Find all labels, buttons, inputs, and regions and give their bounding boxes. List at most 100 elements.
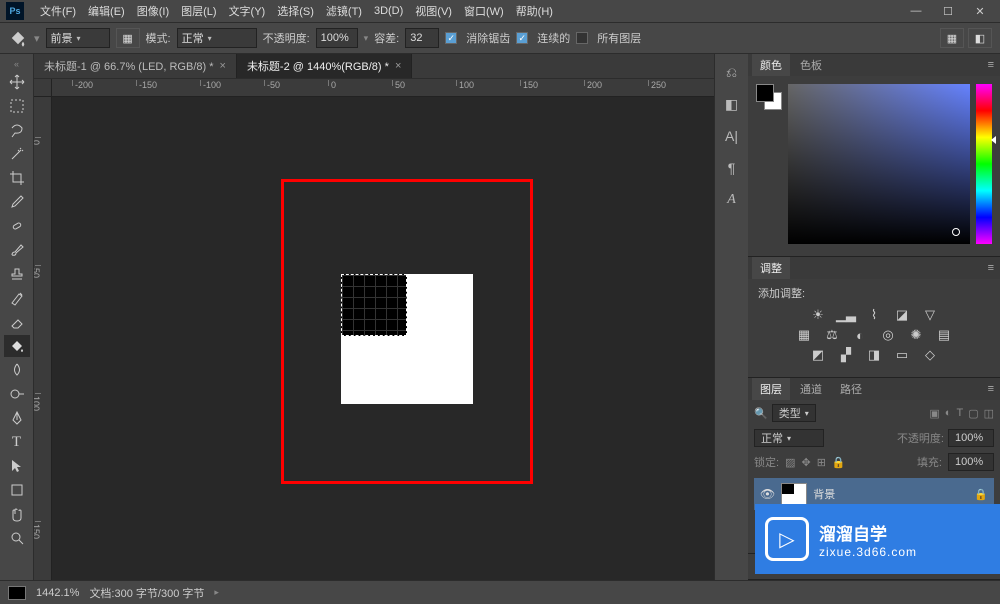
menu-help[interactable]: 帮助(H) <box>510 1 559 21</box>
shape-tool[interactable] <box>4 479 30 501</box>
panel-menu-icon[interactable]: ≡ <box>988 262 994 274</box>
zoom-level[interactable]: 1442.1% <box>36 587 79 599</box>
threshold-icon[interactable]: ◨ <box>865 347 883 363</box>
menu-filter[interactable]: 滤镜(T) <box>320 1 368 21</box>
menu-type[interactable]: 文字(Y) <box>223 1 272 21</box>
menu-window[interactable]: 窗口(W) <box>458 1 510 21</box>
crop-tool[interactable] <box>4 167 30 189</box>
filter-type-icon[interactable]: T <box>956 407 963 420</box>
marquee-tool[interactable] <box>4 95 30 117</box>
mixer-icon[interactable]: ✺ <box>907 327 925 343</box>
tolerance-input[interactable]: 32 <box>405 28 439 48</box>
bw-icon[interactable]: ◐ <box>851 327 869 343</box>
photo-filter-icon[interactable]: ◎ <box>879 327 897 343</box>
path-select-tool[interactable] <box>4 455 30 477</box>
hue-slider[interactable] <box>976 84 992 244</box>
lock-position-icon[interactable]: ✥ <box>801 456 810 469</box>
balance-icon[interactable]: ⚖ <box>823 327 841 343</box>
blend-mode-select[interactable]: 正常▾ <box>754 429 824 447</box>
doc-info-arrow-icon[interactable]: ▸ <box>214 587 219 598</box>
opacity-input[interactable]: 100% <box>316 28 358 48</box>
contiguous-checkbox[interactable]: ✓ <box>516 32 528 44</box>
tab-adjustments[interactable]: 调整 <box>752 257 790 279</box>
document-tab[interactable]: 未标题-1 @ 66.7% (LED, RGB/8) * × <box>34 54 237 78</box>
menu-layer[interactable]: 图层(L) <box>175 1 222 21</box>
pen-tool[interactable] <box>4 407 30 429</box>
tab-layers[interactable]: 图层 <box>752 378 790 400</box>
lookup-icon[interactable]: ▤ <box>935 327 953 343</box>
menu-image[interactable]: 图像(I) <box>131 1 175 21</box>
heal-tool[interactable] <box>4 215 30 237</box>
menu-view[interactable]: 视图(V) <box>409 1 458 21</box>
wand-tool[interactable] <box>4 143 30 165</box>
exposure-icon[interactable]: ◪ <box>893 307 911 323</box>
lock-all-icon[interactable]: 🔒 <box>832 456 846 469</box>
toolbox-collapse-icon[interactable]: « <box>0 58 33 70</box>
blur-tool[interactable] <box>4 359 30 381</box>
zoom-tool[interactable] <box>4 527 30 549</box>
pattern-picker[interactable]: ▦ <box>116 28 140 48</box>
panel-menu-icon[interactable]: ≡ <box>988 383 994 395</box>
menu-file[interactable]: 文件(F) <box>34 1 82 21</box>
workspace-screen-icon[interactable]: ◧ <box>968 28 992 48</box>
layer-opacity-input[interactable]: 100% <box>948 429 994 447</box>
history-panel-icon[interactable]: ⎌ <box>722 62 742 82</box>
hue-icon[interactable]: ▦ <box>795 327 813 343</box>
history-brush-tool[interactable] <box>4 287 30 309</box>
minimize-button[interactable]: — <box>902 2 930 20</box>
vibrance-icon[interactable]: ▽ <box>921 307 939 323</box>
canvas-area[interactable]: -200-150-100-50050100150200250 050100150 <box>34 79 714 580</box>
tab-swatches[interactable]: 色板 <box>792 54 830 76</box>
mode-dropdown[interactable]: 正常▾ <box>177 28 257 48</box>
menu-3d[interactable]: 3D(D) <box>368 3 409 19</box>
lock-artboard-icon[interactable]: ⊞ <box>817 456 826 469</box>
selective-color-icon[interactable]: ◇ <box>921 347 939 363</box>
levels-icon[interactable]: ▁▃ <box>837 307 855 323</box>
filter-adjust-icon[interactable]: ◐ <box>945 407 952 420</box>
brush-tool[interactable] <box>4 239 30 261</box>
maximize-button[interactable]: ☐ <box>934 2 962 20</box>
eyedropper-tool[interactable] <box>4 191 30 213</box>
foreground-swatch[interactable] <box>756 84 774 102</box>
fill-dropdown[interactable]: 前景▾ <box>46 28 110 48</box>
color-field[interactable] <box>788 84 970 244</box>
stamp-tool[interactable] <box>4 263 30 285</box>
bucket-tool[interactable] <box>4 335 30 357</box>
hand-tool[interactable] <box>4 503 30 525</box>
close-icon[interactable]: × <box>395 60 401 72</box>
invert-icon[interactable]: ◩ <box>809 347 827 363</box>
document-tab[interactable]: 未标题-2 @ 1440%(RGB/8) * × <box>237 54 412 78</box>
move-tool[interactable] <box>4 71 30 93</box>
curves-icon[interactable]: ⌇ <box>865 307 883 323</box>
type-tool[interactable]: T <box>4 431 30 453</box>
glyphs-panel-icon[interactable]: A <box>722 190 742 210</box>
lock-pixels-icon[interactable]: ▨ <box>785 456 795 469</box>
workspace-grid-icon[interactable]: ▦ <box>940 28 964 48</box>
fg-bg-swatch[interactable] <box>756 84 782 248</box>
tab-channels[interactable]: 通道 <box>792 378 830 400</box>
brightness-icon[interactable]: ☀ <box>809 307 827 323</box>
tab-paths[interactable]: 路径 <box>832 378 870 400</box>
visibility-icon[interactable]: 👁 <box>760 487 775 501</box>
character-panel-icon[interactable]: A| <box>722 126 742 146</box>
close-button[interactable]: ✕ <box>966 2 994 20</box>
properties-panel-icon[interactable]: ◧ <box>722 94 742 114</box>
all-layers-checkbox[interactable] <box>576 32 588 44</box>
posterize-icon[interactable]: ▞ <box>837 347 855 363</box>
filter-shape-icon[interactable]: ▢ <box>968 407 978 420</box>
gradient-map-icon[interactable]: ▭ <box>893 347 911 363</box>
eraser-tool[interactable] <box>4 311 30 333</box>
layer-fill-input[interactable]: 100% <box>948 453 994 471</box>
lasso-tool[interactable] <box>4 119 30 141</box>
close-icon[interactable]: × <box>220 60 226 72</box>
paragraph-panel-icon[interactable]: ¶ <box>722 158 742 178</box>
antialias-checkbox[interactable]: ✓ <box>445 32 457 44</box>
dodge-tool[interactable] <box>4 383 30 405</box>
filter-image-icon[interactable]: ▣ <box>929 407 939 420</box>
filter-smart-icon[interactable]: ◫ <box>984 407 994 420</box>
panel-menu-icon[interactable]: ≡ <box>988 59 994 71</box>
filter-type-select[interactable]: 类型▾ <box>772 404 816 422</box>
menu-edit[interactable]: 编辑(E) <box>82 1 131 21</box>
menu-select[interactable]: 选择(S) <box>271 1 320 21</box>
tab-color[interactable]: 颜色 <box>752 54 790 76</box>
